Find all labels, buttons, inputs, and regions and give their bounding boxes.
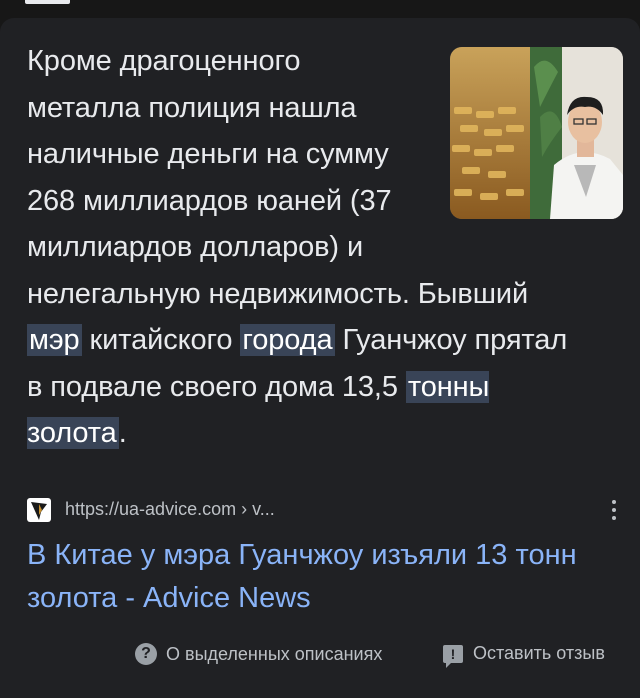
highlight-city: города [240,324,335,356]
thumbnail-spacer [403,38,587,238]
feedback-icon: ! [443,644,463,668]
about-featured-snippets-label: О выделенных описаниях [166,643,383,664]
about-featured-snippets-link[interactable]: ? О выделенных описаниях [135,643,382,665]
site-favicon [27,498,51,522]
highlight-mayor: мэр [27,324,82,356]
snippet-text-part: . [118,417,127,449]
feedback-link[interactable]: ! Оставить отзыв [443,643,605,668]
source-row: https://ua-advice.com › v... [27,496,627,524]
snippet-text: Кроме драгоценного металла полиция нашла… [27,38,587,457]
active-tab-indicator [25,0,70,4]
more-vert-icon[interactable] [609,496,619,524]
snippet-footer: ? О выделенных описаниях ! Оставить отзы… [0,640,640,672]
help-circle-icon: ? [135,643,157,665]
snippet-text-part: китайского [81,324,241,356]
source-url[interactable]: https://ua-advice.com › v... [65,499,275,520]
result-title-link[interactable]: В Китае у мэра Гуанчжоу изъяли 13 тонн з… [27,534,587,620]
feedback-label: Оставить отзыв [473,643,605,663]
